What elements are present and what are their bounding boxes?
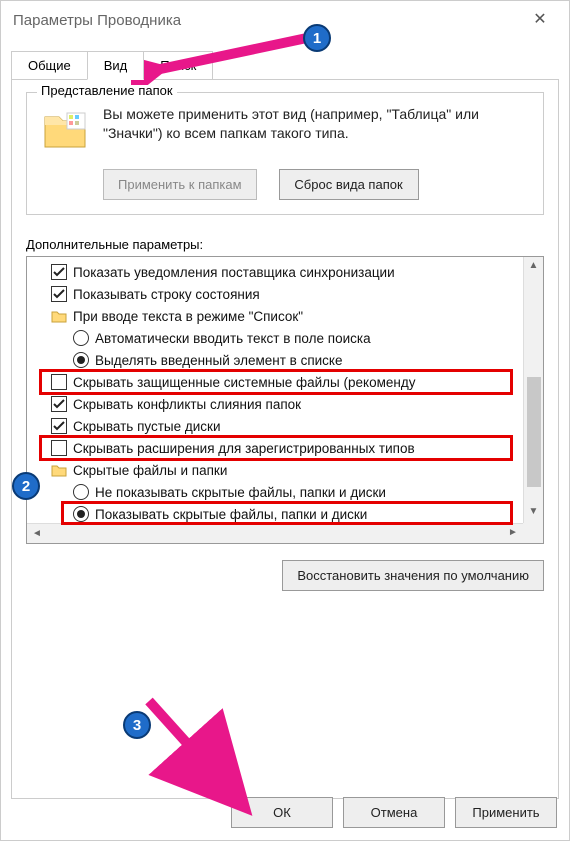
tree-item-typing-search[interactable]: Автоматически вводить текст в поле поиск… (31, 327, 519, 349)
tree-item-label: При вводе текста в режиме "Список" (73, 309, 303, 324)
checkbox-icon (51, 264, 67, 280)
tree-item-label: Выделять введенный элемент в списке (95, 353, 343, 368)
tree-heading-list-typing: При вводе текста в режиме "Список" (31, 305, 519, 327)
folder-small-icon (51, 308, 67, 324)
radio-icon (73, 484, 89, 500)
cancel-button[interactable]: Отмена (343, 797, 445, 828)
tree-item-label: Скрывать пустые диски (73, 419, 221, 434)
ok-button[interactable]: ОК (231, 797, 333, 828)
tree-item-label: Автоматически вводить текст в поле поиск… (95, 331, 371, 346)
tree-item-hidden-no[interactable]: Не показывать скрытые файлы, папки и дис… (31, 481, 519, 503)
checkbox-icon (51, 396, 67, 412)
checkbox-icon (51, 440, 67, 456)
titlebar: Параметры Проводника ✕ (1, 1, 569, 39)
folder-icon (41, 105, 89, 153)
tree-item-hide-ext[interactable]: Скрывать расширения для зарегистрированн… (31, 437, 519, 459)
advanced-settings-tree[interactable]: Показать уведомления поставщика синхрони… (26, 256, 544, 544)
tab-general[interactable]: Общие (11, 51, 88, 80)
tab-search[interactable]: Поиск (143, 51, 213, 80)
folder-views-legend: Представление папок (37, 83, 177, 98)
tab-panel-view: Представление папок Вы можете применить … (11, 79, 559, 799)
scroll-down-icon[interactable]: ▼ (524, 503, 543, 523)
tree-item-status-bar[interactable]: Показывать строку состояния (31, 283, 519, 305)
tree-item-label: Не показывать скрытые файлы, папки и дис… (95, 485, 386, 500)
tree-item-label: Показать уведомления поставщика синхрони… (73, 265, 395, 280)
tree-item-hide-merge[interactable]: Скрывать конфликты слияния папок (31, 393, 519, 415)
checkbox-icon (51, 286, 67, 302)
dialog-buttons: ОК Отмена Применить (231, 797, 557, 828)
tree-item-hidden-yes[interactable]: Показывать скрытые файлы, папки и диски (31, 503, 519, 523)
scroll-left-icon[interactable]: ◄ (27, 525, 47, 544)
tree-item-label: Скрытые файлы и папки (73, 463, 227, 478)
tab-view[interactable]: Вид (87, 51, 145, 80)
reset-folders-button[interactable]: Сброс вида папок (279, 169, 419, 200)
radio-icon (73, 352, 89, 368)
radio-icon (73, 330, 89, 346)
tree-item-label: Скрывать конфликты слияния папок (73, 397, 301, 412)
advanced-settings-label: Дополнительные параметры: (26, 237, 544, 252)
scroll-thumb[interactable] (527, 377, 541, 487)
radio-icon (73, 506, 89, 522)
scroll-right-icon[interactable]: ► (503, 524, 523, 544)
apply-to-folders-button[interactable]: Применить к папкам (103, 169, 257, 200)
folder-options-window: Параметры Проводника ✕ Общие Вид Поиск П… (0, 0, 570, 841)
close-button[interactable]: ✕ (519, 6, 561, 34)
folder-views-group: Представление папок Вы можете применить … (26, 92, 544, 215)
folder-views-text: Вы можете применить этот вид (например, … (103, 105, 529, 143)
tree-item-sync-notif[interactable]: Показать уведомления поставщика синхрони… (31, 261, 519, 283)
tree-item-label: Показывать строку состояния (73, 287, 260, 302)
vertical-scrollbar[interactable]: ▲ ▼ (523, 257, 543, 523)
tree-item-typing-select[interactable]: Выделять введенный элемент в списке (31, 349, 519, 371)
tree-item-label: Скрывать защищенные системные файлы (рек… (73, 375, 415, 390)
folder-small-icon (51, 462, 67, 478)
scroll-up-icon[interactable]: ▲ (524, 257, 543, 277)
tree-item-hide-protected[interactable]: Скрывать защищенные системные файлы (рек… (31, 371, 519, 393)
scroll-corner (523, 523, 543, 543)
tree-heading-hidden: Скрытые файлы и папки (31, 459, 519, 481)
tree-item-label: Показывать скрытые файлы, папки и диски (95, 507, 367, 522)
tree-item-label: Скрывать расширения для зарегистрированн… (73, 441, 415, 456)
horizontal-scrollbar[interactable]: ◄ ► (27, 523, 523, 543)
restore-defaults-button[interactable]: Восстановить значения по умолчанию (282, 560, 544, 591)
window-title: Параметры Проводника (9, 12, 519, 29)
checkbox-icon (51, 418, 67, 434)
checkbox-icon (51, 374, 67, 390)
tree-item-hide-empty[interactable]: Скрывать пустые диски (31, 415, 519, 437)
tabs: Общие Вид Поиск (1, 39, 569, 80)
apply-button[interactable]: Применить (455, 797, 557, 828)
